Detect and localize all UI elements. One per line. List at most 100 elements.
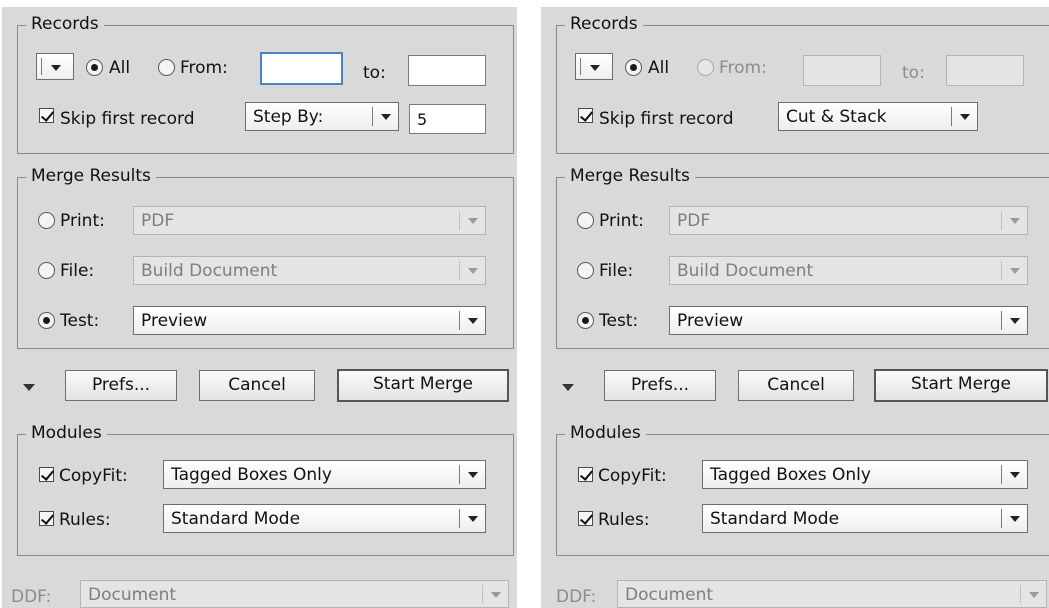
records-legend: Records (26, 13, 104, 35)
chevron-down-icon (1010, 318, 1020, 324)
skip-first-record-checkbox[interactable] (578, 108, 593, 123)
file-value: Build Document (141, 261, 278, 281)
to-input[interactable] (408, 55, 486, 86)
start-merge-button[interactable]: Start Merge (337, 369, 509, 402)
to-label: to: (902, 63, 925, 83)
file-value: Build Document (677, 261, 814, 281)
rules-dropdown[interactable]: Standard Mode (163, 504, 486, 533)
rules-label: Rules: (59, 510, 111, 530)
modules-group: Modules (556, 422, 1049, 556)
record-mode-value: Step By: (253, 107, 324, 127)
modules-group: Modules (17, 422, 514, 556)
skip-first-record-checkbox[interactable] (39, 108, 54, 123)
chevron-down-icon (468, 268, 478, 274)
chevron-down-icon (1010, 268, 1020, 274)
copyfit-label: CopyFit: (598, 466, 667, 486)
merge-panel-right: Records All From: to: Skip first record … (541, 7, 1049, 608)
record-mode-dropdown[interactable]: Cut & Stack (778, 102, 978, 131)
from-radio[interactable] (158, 59, 175, 76)
rules-checkbox[interactable] (39, 511, 54, 526)
test-radio[interactable] (577, 312, 594, 329)
all-radio[interactable] (86, 59, 103, 76)
records-group: Records (17, 13, 514, 154)
merge-panel-left: Records All From: to: Skip first record … (2, 7, 517, 608)
chevron-down-icon (960, 114, 970, 120)
records-range-dropdown[interactable] (36, 53, 74, 80)
from-label: From: (180, 58, 228, 78)
print-dropdown[interactable]: PDF (669, 206, 1028, 235)
test-value: Preview (141, 311, 208, 331)
copyfit-value: Tagged Boxes Only (171, 465, 332, 485)
merge-results-legend: Merge Results (26, 165, 156, 187)
copyfit-checkbox[interactable] (578, 467, 593, 482)
prefs-button[interactable]: Prefs... (65, 370, 177, 401)
print-value: PDF (677, 211, 711, 231)
test-radio[interactable] (38, 312, 55, 329)
copyfit-dropdown[interactable]: Tagged Boxes Only (702, 460, 1028, 489)
print-radio[interactable] (38, 212, 55, 229)
records-range-dropdown[interactable] (575, 53, 613, 80)
rules-value: Standard Mode (171, 509, 301, 529)
test-label: Test: (60, 311, 100, 331)
copyfit-checkbox[interactable] (39, 467, 54, 482)
file-radio[interactable] (577, 262, 594, 279)
rules-value: Standard Mode (710, 509, 840, 529)
record-mode-value: Cut & Stack (786, 107, 887, 127)
print-radio[interactable] (577, 212, 594, 229)
to-label: to: (363, 63, 386, 83)
modules-legend: Modules (565, 422, 646, 444)
chevron-down-icon (468, 218, 478, 224)
disclosure-triangle-icon[interactable] (23, 384, 35, 391)
print-dropdown[interactable]: PDF (133, 206, 486, 235)
start-merge-button[interactable]: Start Merge (874, 369, 1048, 402)
chevron-down-icon (381, 114, 391, 120)
from-input[interactable] (803, 55, 881, 86)
file-radio[interactable] (38, 262, 55, 279)
modules-legend: Modules (26, 422, 107, 444)
rules-dropdown[interactable]: Standard Mode (702, 504, 1028, 533)
chevron-down-icon (1010, 218, 1020, 224)
prefs-button[interactable]: Prefs... (604, 370, 716, 401)
all-label: All (109, 58, 131, 78)
ddf-dropdown[interactable]: Document (80, 580, 509, 608)
disclosure-triangle-icon[interactable] (562, 384, 574, 391)
ddf-dropdown[interactable]: Document (617, 580, 1047, 608)
chevron-down-icon (468, 516, 478, 522)
file-dropdown[interactable]: Build Document (669, 256, 1028, 285)
print-label: Print: (60, 211, 105, 231)
copyfit-dropdown[interactable]: Tagged Boxes Only (163, 460, 486, 489)
cancel-button[interactable]: Cancel (738, 370, 854, 401)
copyfit-label: CopyFit: (59, 466, 128, 486)
file-label: File: (60, 261, 95, 281)
test-dropdown[interactable]: Preview (133, 306, 486, 335)
rules-checkbox[interactable] (578, 511, 593, 526)
rules-label: Rules: (598, 510, 650, 530)
print-value: PDF (141, 211, 175, 231)
ddf-label: DDF: (556, 587, 597, 607)
chevron-down-icon (468, 318, 478, 324)
records-legend: Records (565, 13, 643, 35)
record-mode-dropdown[interactable]: Step By: (245, 102, 399, 131)
all-radio[interactable] (625, 59, 642, 76)
file-dropdown[interactable]: Build Document (133, 256, 486, 285)
ddf-value: Document (88, 585, 177, 605)
all-label: All (648, 58, 670, 78)
chevron-down-icon (590, 65, 600, 71)
records-group: Records (556, 13, 1049, 154)
from-radio[interactable] (697, 59, 714, 76)
from-input[interactable] (260, 52, 343, 85)
print-label: Print: (599, 211, 644, 231)
to-input[interactable] (946, 55, 1024, 86)
file-label: File: (599, 261, 634, 281)
skip-first-record-label: Skip first record (60, 109, 195, 129)
copyfit-value: Tagged Boxes Only (710, 465, 871, 485)
from-label: From: (719, 58, 767, 78)
chevron-down-icon (51, 65, 61, 71)
step-by-input[interactable] (409, 104, 486, 134)
chevron-down-icon (1029, 592, 1039, 598)
skip-first-record-label: Skip first record (599, 109, 734, 129)
ddf-label: DDF: (11, 587, 52, 607)
cancel-button[interactable]: Cancel (199, 370, 315, 401)
chevron-down-icon (1010, 472, 1020, 478)
test-dropdown[interactable]: Preview (669, 306, 1028, 335)
